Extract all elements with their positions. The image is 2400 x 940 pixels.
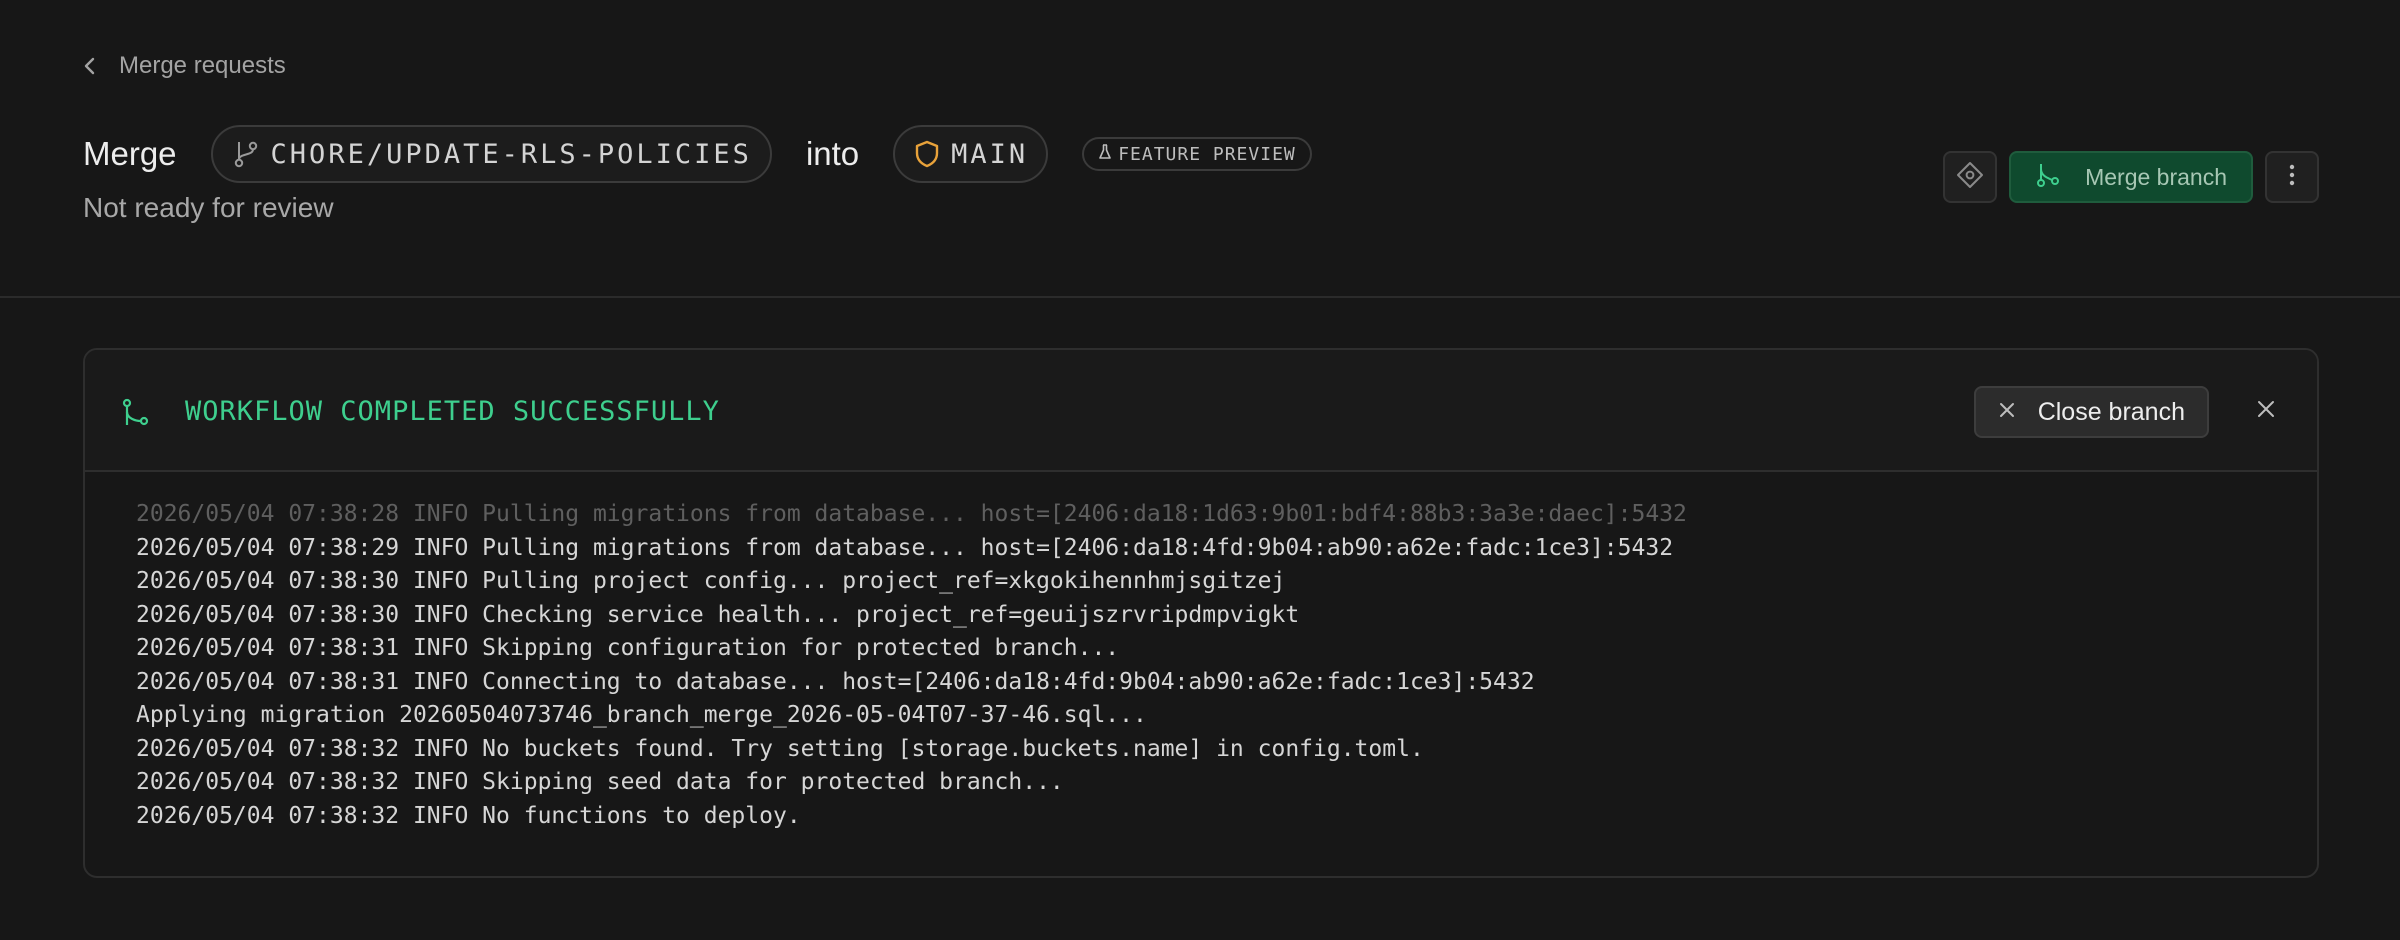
close-icon — [2256, 399, 2276, 424]
shield-icon — [913, 139, 941, 169]
target-branch-pill[interactable]: MAIN — [893, 125, 1049, 183]
close-branch-label: Close branch — [2037, 397, 2185, 426]
merge-word: Merge — [83, 135, 177, 172]
more-options-button[interactable] — [2265, 151, 2319, 203]
diamond-icon — [1955, 160, 1985, 195]
log-line: 2026/05/04 07:38:30 INFO Checking servic… — [136, 601, 1300, 628]
log-line: 2026/05/04 07:38:32 INFO No functions to… — [136, 802, 801, 829]
kebab-menu-icon — [2289, 163, 2295, 192]
feature-preview-label: FEATURE PREVIEW — [1118, 143, 1296, 165]
header-actions: Merge branch — [1943, 151, 2319, 203]
git-branch-icon — [121, 398, 151, 433]
page-header: Merge requests Merge CHORE/UPDATE-RLS-PO… — [0, 0, 2400, 298]
merge-branch-label: Merge branch — [2085, 163, 2227, 190]
flask-icon — [1098, 143, 1112, 166]
log-line: 2026/05/04 07:38:31 INFO Skipping config… — [136, 635, 1120, 661]
source-branch-pill[interactable]: CHORE/UPDATE-RLS-POLICIES — [210, 125, 772, 183]
workflow-log: 2026/05/04 07:38:28 INFO Pulling migrati… — [85, 472, 2317, 859]
feature-preview-badge: FEATURE PREVIEW — [1082, 137, 1312, 171]
workflow-status-title: WORKFLOW COMPLETED SUCCESSFULLY — [185, 396, 720, 427]
git-branch-icon — [231, 139, 261, 169]
log-line: 2026/05/04 07:38:28 INFO Pulling migrati… — [136, 501, 1687, 527]
close-branch-button[interactable]: Close branch — [1973, 386, 2209, 438]
workflow-panel-header: WORKFLOW COMPLETED SUCCESSFULLY Close br… — [85, 350, 2317, 472]
close-icon — [1998, 401, 2016, 424]
dismiss-panel-button[interactable] — [2253, 398, 2279, 424]
log-line: 2026/05/04 07:38:30 INFO Pulling project… — [136, 568, 1286, 594]
review-status: Not ready for review — [83, 192, 334, 223]
workflow-panel: WORKFLOW COMPLETED SUCCESSFULLY Close br… — [83, 348, 2319, 878]
back-to-merge-requests-link[interactable]: Merge requests — [83, 52, 286, 80]
log-line: 2026/05/04 07:38:29 INFO Pulling migrati… — [136, 534, 1674, 561]
log-line: 2026/05/04 07:38:32 INFO Skipping seed d… — [136, 769, 1064, 795]
source-branch-name: CHORE/UPDATE-RLS-POLICIES — [270, 138, 752, 170]
chevron-left-icon — [83, 55, 97, 77]
merge-title-row: Merge CHORE/UPDATE-RLS-POLICIES into MAI… — [83, 125, 1312, 183]
log-line: 2026/05/04 07:38:32 INFO No buckets foun… — [136, 735, 1424, 762]
log-line: Applying migration 20260504073746_branch… — [136, 702, 1147, 728]
log-line: 2026/05/04 07:38:31 INFO Connecting to d… — [136, 668, 1535, 695]
target-branch-name: MAIN — [951, 138, 1029, 170]
back-link-label: Merge requests — [119, 52, 286, 79]
diff-button[interactable] — [1943, 151, 1998, 203]
merge-request-page: Merge requests Merge CHORE/UPDATE-RLS-PO… — [0, 0, 2400, 940]
into-word: into — [805, 135, 860, 172]
git-merge-icon — [2035, 161, 2061, 194]
merge-branch-button[interactable]: Merge branch — [2009, 151, 2253, 203]
